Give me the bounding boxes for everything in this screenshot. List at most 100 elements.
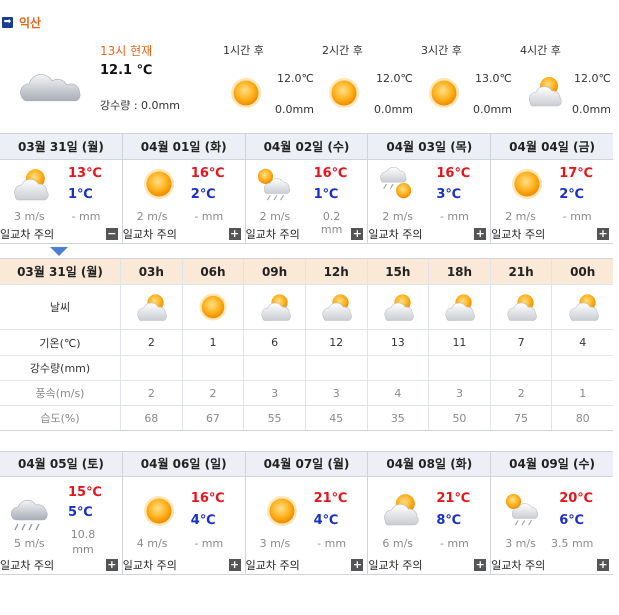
caution-note: 일교차 주의 [122, 228, 177, 241]
rainfall: - mm [562, 210, 592, 223]
rain-cell [491, 356, 553, 380]
day-date[interactable]: 04월 01일 (화) [123, 134, 246, 159]
caution-note: 일교차 주의 [368, 559, 423, 572]
day-date[interactable]: 04월 06일 (일) [123, 452, 246, 476]
caution-note: 일교차 주의 [368, 228, 423, 241]
sunny-icon [329, 78, 359, 108]
day-date[interactable]: 04월 09일 (수) [491, 452, 613, 476]
low-temp: 8℃ [436, 513, 462, 528]
rain-cell [429, 356, 491, 380]
rain-cell [244, 356, 306, 380]
partly-cloudy-icon [322, 294, 352, 321]
rain-icon [10, 499, 48, 531]
expand-icon[interactable]: + [474, 559, 487, 571]
temp-cell: 4 [579, 336, 587, 349]
day-cell: 20℃ 6℃ 3 m/s 3.5 mm 일교차 주의 + [491, 477, 613, 574]
hourly-weather-row: 날씨 [0, 285, 613, 330]
selected-day-marker-icon [50, 247, 68, 256]
forecast-hour: 3시간 후 [421, 44, 462, 57]
low-temp: 2℃ [190, 187, 216, 202]
arrow-right-icon: ➡ [2, 16, 13, 28]
low-temp: 5℃ [68, 505, 93, 520]
low-temp: 2℃ [559, 187, 584, 202]
daily-forecast-week2: 04월 05일 (토) 04월 06일 (일) 04월 07일 (월) 04월 … [0, 451, 613, 575]
expand-icon[interactable]: + [228, 559, 241, 571]
wind-speed: 3 m/s [14, 210, 45, 223]
partly-cloudy-icon [569, 294, 599, 321]
partly-cloudy-icon [14, 168, 49, 201]
caution-note: 일교차 주의 [122, 559, 177, 572]
day-date[interactable]: 04월 08일 (화) [368, 452, 492, 476]
expand-icon[interactable]: + [105, 559, 118, 571]
day-cell: 21℃ 4℃ 3 m/s - mm 일교차 주의 + [246, 477, 369, 574]
forecast-temp: 12.0℃ [376, 72, 413, 85]
low-temp: 6℃ [559, 513, 584, 528]
day-cell: 16℃ 1℃ 2 m/s 0.2 mm 일교차 주의 + [246, 160, 369, 243]
forecast-hour: 1시간 후 [223, 44, 264, 57]
caution-note: 일교차 주의 [245, 228, 300, 241]
hour-label: 18h [429, 259, 491, 284]
wind-speed: 2 m/s [505, 210, 536, 223]
low-temp: 4℃ [313, 513, 339, 528]
expand-icon[interactable]: + [596, 559, 609, 571]
hourly-wind-row: 풍속(m/s) 2 2 3 3 4 3 2 1 [0, 381, 613, 406]
collapse-icon[interactable]: − [105, 228, 118, 240]
wind-cell: 2 [121, 381, 183, 405]
wind-cell: 1 [579, 386, 587, 400]
rain-cell [368, 356, 430, 380]
hourly-header-row: 03월 31일 (월) 03h 06h 09h 12h 15h 18h 21h … [0, 259, 613, 285]
daily-body-row: 13℃ 1℃ 3 m/s - mm 일교차 주의 − 16℃ 2℃ 2 m/s … [0, 160, 613, 244]
sunny-icon [199, 293, 227, 321]
day-date[interactable]: 04월 03일 (목) [368, 134, 492, 159]
high-temp: 16℃ [190, 491, 225, 506]
daily-forecast-week1: 03월 31일 (월) 04월 01일 (화) 04월 02일 (수) 04월 … [0, 133, 613, 244]
high-temp: 20℃ [559, 491, 594, 506]
rainfall: 3.5 mm [550, 537, 594, 550]
sunny-icon [143, 169, 174, 199]
rain-cell [183, 356, 245, 380]
day-date[interactable]: 04월 04일 (금) [491, 134, 613, 159]
temp-cell: 12 [306, 330, 368, 355]
humidity-cell: 45 [306, 406, 368, 430]
low-temp: 4℃ [190, 513, 216, 528]
row-label: 습도(%) [0, 406, 121, 430]
wind-speed: 3 m/s [259, 537, 291, 550]
day-date[interactable]: 04월 05일 (토) [0, 452, 123, 476]
temp-cell: 1 [183, 330, 245, 355]
rain-sun-icon [380, 166, 413, 199]
rainfall: - mm [194, 210, 224, 223]
humidity-cell: 75 [491, 406, 553, 430]
day-cell: 21℃ 8℃ 6 m/s - mm 일교차 주의 + [368, 477, 492, 574]
hour-weather-cell [121, 285, 183, 329]
hour-weather-cell [491, 285, 553, 329]
rain-cell [306, 356, 368, 380]
hour-weather-cell [183, 285, 245, 329]
day-date[interactable]: 04월 02일 (수) [246, 134, 369, 159]
sunny-icon [266, 496, 297, 526]
sun-rain-icon [256, 168, 290, 201]
forecast-rain: 0.0mm [275, 103, 314, 116]
expand-icon[interactable]: + [474, 228, 487, 240]
partly-cloudy-icon [384, 493, 419, 526]
wind-cell: 3 [244, 381, 306, 405]
location-name[interactable]: 익산 [19, 14, 41, 31]
forecast-hour: 4시간 후 [520, 44, 561, 57]
humidity-cell: 80 [575, 411, 590, 425]
expand-icon[interactable]: + [596, 228, 609, 240]
day-date[interactable]: 04월 07일 (월) [246, 452, 369, 476]
low-temp: 1℃ [68, 187, 93, 202]
location-header[interactable]: ➡ 익산 [2, 12, 41, 32]
row-label: 날씨 [0, 285, 121, 329]
day-date[interactable]: 03월 31일 (월) [0, 134, 123, 159]
forecast-rain: 0.0mm [374, 103, 413, 116]
expand-icon[interactable]: + [351, 228, 364, 240]
caution-note: 일교차 주의 [0, 559, 55, 572]
wind-cell: 3 [429, 381, 491, 405]
hour-label: 21h [491, 259, 553, 284]
hourly-rain-row: 강수량(mm) [0, 356, 613, 381]
temp-cell: 11 [429, 330, 491, 355]
expand-icon[interactable]: + [351, 559, 364, 571]
wind-speed: 2 m/s [136, 210, 168, 223]
row-label: 풍속(m/s) [0, 381, 121, 405]
expand-icon[interactable]: + [228, 228, 241, 240]
